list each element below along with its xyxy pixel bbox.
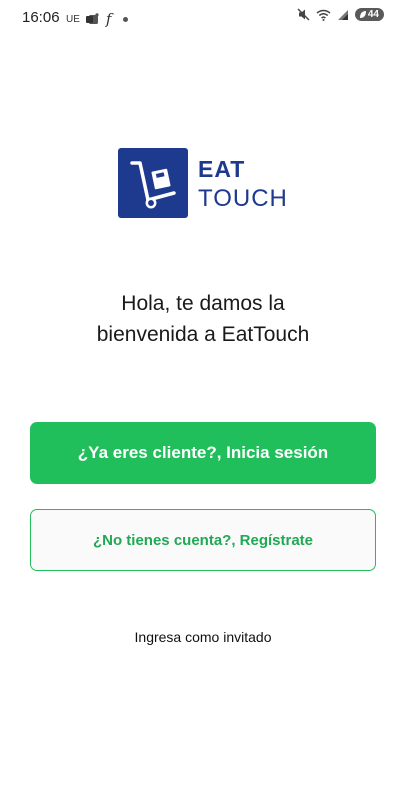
status-notification-icons: UE f	[66, 10, 129, 28]
logo-wordmark: EAT TOUCH	[198, 154, 288, 214]
guest-login-link[interactable]: Ingresa como invitado	[0, 629, 406, 645]
welcome-line-2: bienvenida a EatTouch	[96, 323, 310, 346]
wifi-icon	[316, 9, 331, 21]
battery-leaf-icon	[359, 11, 366, 18]
facebook-icon: f	[105, 10, 112, 28]
welcome-line-1: Hola, te damos la	[121, 292, 285, 315]
teams-icon	[85, 13, 99, 24]
signal-icon	[337, 9, 348, 20]
status-system-icons: 44	[297, 8, 384, 21]
battery-level: 44	[367, 9, 379, 20]
welcome-message: Hola, te damos la bienvenida a EatTouch	[0, 288, 406, 350]
ue-notification-icon: UE	[66, 13, 80, 25]
login-button[interactable]: ¿Ya eres cliente?, Inicia sesión	[30, 422, 376, 484]
logo-word-touch: TOUCH	[198, 185, 288, 212]
eattouch-logo: EAT TOUCH	[118, 148, 293, 218]
register-button[interactable]: ¿No tienes cuenta?, Regístrate	[30, 509, 376, 571]
more-notifications-dot	[123, 16, 129, 22]
logo-emblem	[118, 148, 188, 218]
status-bar: 16:06 UE f 44	[0, 0, 406, 34]
logo-word-eat: EAT	[198, 156, 246, 182]
hand-truck-icon	[130, 161, 176, 209]
status-time: 16:06	[22, 9, 60, 26]
battery-indicator: 44	[354, 8, 384, 21]
mute-icon	[297, 8, 310, 21]
